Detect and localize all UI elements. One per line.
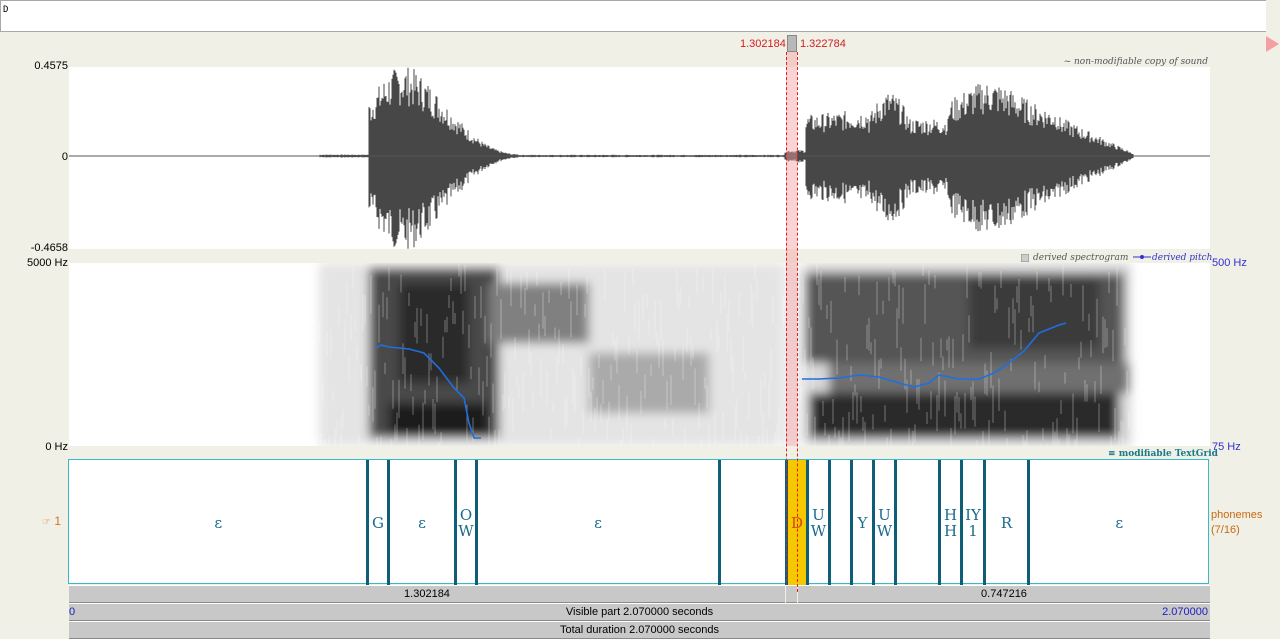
tier-name: phonemes — [1211, 509, 1263, 521]
text-input-bar[interactable] — [0, 0, 1266, 32]
view-end-label: 2.070000 — [1162, 606, 1208, 618]
view-start-label: 0 — [69, 606, 76, 618]
hand-pointer-icon: ☞ — [42, 517, 51, 528]
segment-right-duration: 0.747216 — [981, 588, 1027, 600]
interval-label[interactable] — [896, 460, 940, 585]
waveform-panel[interactable] — [69, 67, 1210, 249]
selection-end-cursor — [797, 52, 798, 592]
interval-boundary[interactable] — [960, 460, 963, 585]
segment-left-bar[interactable]: 1.302184 — [69, 585, 785, 603]
interval-label[interactable]: G — [368, 460, 389, 585]
interval-boundary[interactable] — [387, 460, 390, 585]
tier-pointer[interactable]: ☞ 1 — [42, 514, 61, 528]
interval-label[interactable]: UW — [808, 460, 830, 585]
selection-start-cursor — [786, 52, 787, 592]
spec-top-label: 5000 Hz — [27, 257, 68, 269]
visible-part-label: Visible part 2.070000 seconds — [565, 606, 714, 618]
total-duration-label: Total duration 2.070000 seconds — [559, 624, 719, 636]
pitch-top-label: 500 Hz — [1212, 257, 1247, 269]
interval-boundary[interactable] — [938, 460, 941, 585]
wave-max-label: 0.4575 — [34, 60, 68, 72]
spectrogram-panel[interactable] — [69, 263, 1210, 480]
textgrid-tier[interactable]: ɛ Gɛ O Wɛ D U W Y U W H H IY 1 Rɛ — [68, 459, 1211, 585]
total-duration-bar[interactable]: Total duration 2.070000 seconds — [69, 621, 1210, 639]
interval-label[interactable]: R — [985, 460, 1029, 585]
textgrid-icon: ≡ — [1108, 449, 1119, 459]
segment-bar: 1.302184 0.747216 — [69, 585, 1210, 603]
segment-left-duration: 1.302184 — [404, 588, 450, 600]
interval-label[interactable] — [720, 460, 787, 585]
interval-text-input[interactable] — [1, 1, 605, 19]
interval-label[interactable]: HH — [940, 460, 962, 585]
interval-boundary[interactable] — [828, 460, 831, 585]
waveform-trace — [318, 67, 1134, 249]
interval-boundary[interactable] — [475, 460, 478, 585]
interval-label[interactable]: ɛ — [477, 460, 720, 585]
spectrogram-svg — [318, 263, 1131, 480]
waveform-svg — [69, 67, 1210, 249]
interval-boundary[interactable] — [872, 460, 875, 585]
pitch-note: derived pitch — [1152, 253, 1213, 263]
interval-boundary[interactable] — [894, 460, 897, 585]
textgrid-note: ≡ modifiable TextGrid — [1108, 449, 1218, 459]
tier-count: (7/16) — [1211, 524, 1240, 536]
selection-end-label: 1.322784 — [800, 38, 846, 50]
pitch-legend-icon — [1133, 252, 1151, 265]
interval-label[interactable]: ɛ — [389, 460, 456, 585]
spectrogram-note: derived spectrogram — [1033, 253, 1129, 263]
segment-right-bar[interactable]: 0.747216 — [798, 585, 1210, 603]
interval-label[interactable] — [830, 460, 852, 585]
play-arrow-icon[interactable] — [1266, 36, 1279, 52]
spectrogram-legend-icon — [1020, 253, 1031, 263]
interval-label[interactable]: OW — [456, 460, 477, 585]
selection-highlight — [786, 52, 797, 446]
textgrid-label: modifiable TextGrid — [1118, 449, 1218, 459]
visible-part-bar[interactable]: 0 Visible part 2.070000 seconds 2.070000 — [69, 603, 1210, 621]
interval-label[interactable]: UW — [874, 460, 896, 585]
interval-label[interactable]: IY 1 — [962, 460, 985, 585]
sound-note: ~ non-modifiable copy of sound — [1063, 57, 1208, 67]
segment-selected-bar[interactable] — [786, 585, 797, 603]
interval-boundary[interactable] — [983, 460, 986, 585]
interval-boundary[interactable] — [850, 460, 853, 585]
interval-boundary[interactable] — [1027, 460, 1030, 585]
interval-label[interactable]: ɛ — [1029, 460, 1211, 585]
tier-number: 1 — [54, 514, 61, 528]
interval-boundary[interactable] — [366, 460, 369, 585]
selection-start-label: 1.302184 — [740, 38, 786, 50]
interval-label[interactable]: Y — [852, 460, 874, 585]
wave-min-label: -0.4658 — [30, 242, 68, 254]
interval-boundary[interactable] — [806, 460, 809, 585]
interval-label[interactable]: ɛ — [69, 460, 368, 585]
selection-handle[interactable] — [787, 35, 797, 52]
interval-boundary[interactable] — [454, 460, 457, 585]
spec-bottom-label: 0 Hz — [45, 441, 68, 453]
wave-zero-label: 0 — [61, 151, 68, 163]
interval-boundary[interactable] — [718, 460, 721, 585]
